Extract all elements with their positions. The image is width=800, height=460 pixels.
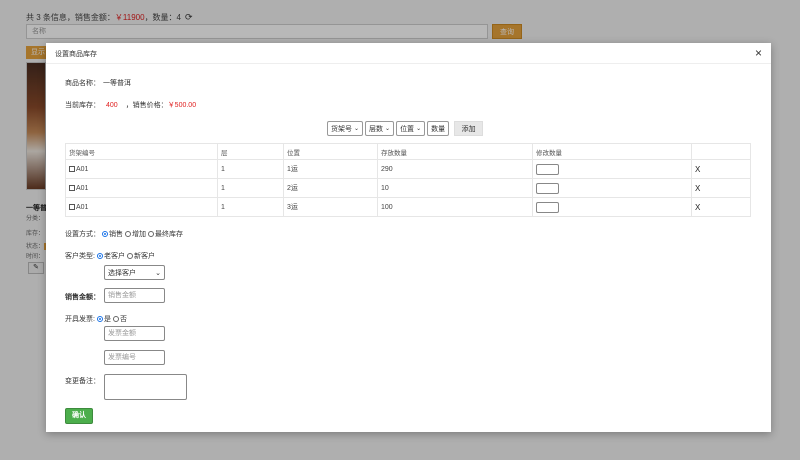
table-row: A01 1 3运 100 X [65,197,751,217]
delete-cell: X [691,159,751,179]
delete-icon[interactable]: X [695,203,700,212]
layer-cell: 1 [217,197,284,217]
product-name-row: 商品名称： 一等普洱 [65,78,131,88]
delete-icon[interactable]: X [695,165,700,174]
row-checkbox[interactable] [69,203,75,210]
close-icon[interactable]: × [755,46,762,60]
delete-icon[interactable]: X [695,184,700,193]
modal-header: 设置商品库存 × [46,43,771,64]
customer-old-label: 老客户 [103,253,125,260]
qty-cell: 100 [377,197,533,217]
remark-label: 变更备注： [65,378,100,385]
col-shelf: 货架编号 [65,143,218,160]
chevron-down-icon: ⌄ [354,126,360,132]
price-label: ，销售价格： [125,102,168,109]
invoice-number-input[interactable]: 发票编号 [104,350,165,365]
stock-row: 当前库存： 400 ，销售价格： ￥500.00 [65,100,196,110]
mode-row: 设置方式： 销售 增加 最终库存 [65,229,183,239]
sales-amount-input[interactable]: 销售金额 [104,288,165,303]
customer-select[interactable]: 选择客户 ⌄ [104,265,165,280]
row-checkbox[interactable] [69,184,75,191]
remark-textarea[interactable] [104,374,187,400]
price-value: ￥500.00 [167,102,197,109]
modify-qty-input[interactable] [536,201,559,213]
shelf-cell: A01 [65,159,218,179]
chevron-down-icon: ⌄ [385,126,391,132]
mode-add-radio[interactable] [125,231,131,237]
col-action [691,143,751,160]
chevron-down-icon: ⌄ [416,126,422,132]
table-header-row: 货架编号 层 位置 存放数量 修改数量 [65,143,751,160]
row-checkbox[interactable] [69,165,75,172]
col-layer: 层 [217,143,284,160]
modal-title: 设置商品库存 [55,51,97,58]
product-name-value: 一等普洱 [103,80,131,87]
invoice-no-label: 否 [119,316,127,323]
mode-final-radio[interactable] [148,231,154,237]
table-row: A01 1 1运 290 X [65,159,751,179]
customer-old-radio[interactable] [96,253,103,259]
mode-label: 设置方式： [65,231,100,238]
chevron-down-icon: ⌄ [155,269,161,277]
shelf-cell: A01 [65,178,218,198]
customer-new-radio[interactable] [126,253,133,259]
qty-cell: 290 [377,159,533,179]
modify-cell [532,197,692,217]
location-table: 货架编号 层 位置 存放数量 修改数量 A01 1 1运 290 X A01 1… [65,143,751,217]
delete-cell: X [691,197,751,217]
customer-type-row: 客户类型: 老客户 新客户 [65,251,155,261]
invoice-row: 开具发票: 是 否 [65,314,127,324]
position-cell: 1运 [283,159,378,179]
mode-sell-radio[interactable] [102,231,108,237]
col-qty: 存放数量 [377,143,533,160]
product-name-label: 商品名称： [65,80,100,87]
quantity-input[interactable]: 数量 [427,121,450,136]
mode-add-label: 增加 [132,231,146,238]
mode-final-label: 最终库存 [155,231,183,238]
position-cell: 3运 [283,197,378,217]
invoice-yes-radio[interactable] [96,316,103,322]
table-row: A01 1 2运 10 X [65,178,751,198]
modify-qty-input[interactable] [536,163,559,175]
position-cell: 2运 [283,178,378,198]
add-button[interactable]: 添加 [454,121,484,136]
set-stock-modal: 设置商品库存 × 商品名称： 一等普洱 当前库存： 400 ，销售价格： ￥50… [46,43,771,432]
customer-type-label: 客户类型: [65,253,95,260]
customer-new-label: 新客户 [133,253,155,260]
location-toolbar: 货架号 ⌄ 层数 ⌄ 位置 ⌄ 数量 添加 [327,121,484,136]
col-position: 位置 [283,143,378,160]
invoice-yes-label: 是 [103,316,111,323]
layer-cell: 1 [217,178,284,198]
qty-cell: 10 [377,178,533,198]
invoice-amount-input[interactable]: 发票金额 [104,326,165,341]
sales-amount-label: 销售金额： [65,294,100,301]
invoice-no-radio[interactable] [112,316,119,322]
layer-select[interactable]: 层数 ⌄ [365,121,395,136]
delete-cell: X [691,178,751,198]
shelf-cell: A01 [65,197,218,217]
layer-cell: 1 [217,159,284,179]
invoice-label: 开具发票: [65,316,95,323]
modify-cell [532,178,692,198]
shelf-select[interactable]: 货架号 ⌄ [327,121,364,136]
current-stock-label: 当前库存： [65,102,100,109]
confirm-button[interactable]: 确认 [65,408,93,424]
modify-cell [532,159,692,179]
modify-qty-input[interactable] [536,182,559,194]
col-modify: 修改数量 [532,143,692,160]
current-stock-value: 400 [106,101,118,109]
mode-sell-label: 销售 [109,231,123,238]
position-select[interactable]: 位置 ⌄ [396,121,426,136]
